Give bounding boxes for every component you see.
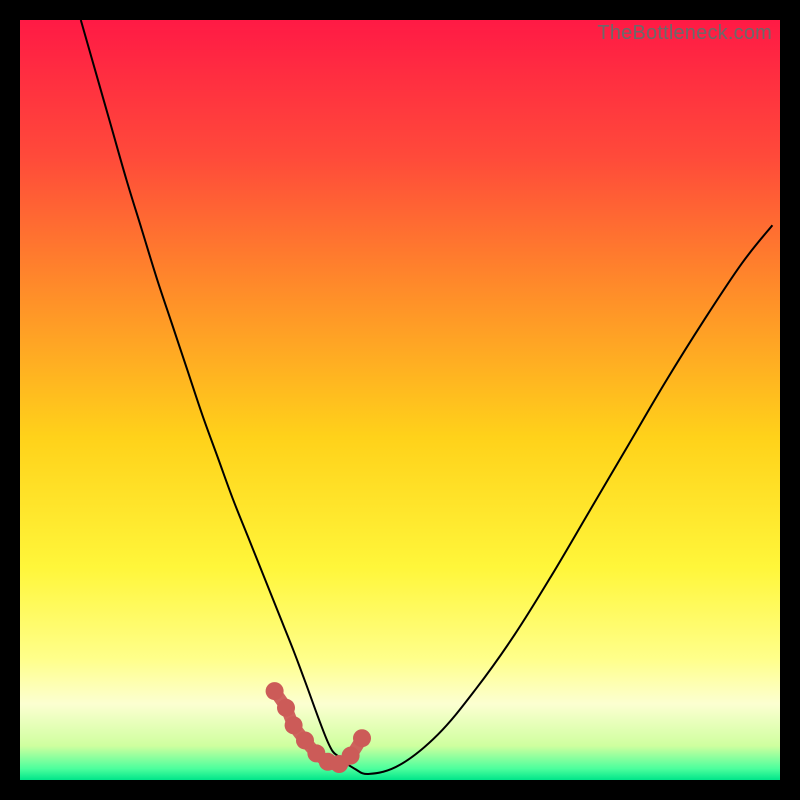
watermark-text: TheBottleneck.com [597,22,772,45]
gradient-background [20,20,780,780]
chart-svg [20,20,780,780]
highlight-dot [342,747,360,765]
highlight-dot [277,699,295,717]
chart-frame: TheBottleneck.com [20,20,780,780]
highlight-dot [285,716,303,734]
highlight-dot [266,682,284,700]
highlight-dot [353,729,371,747]
